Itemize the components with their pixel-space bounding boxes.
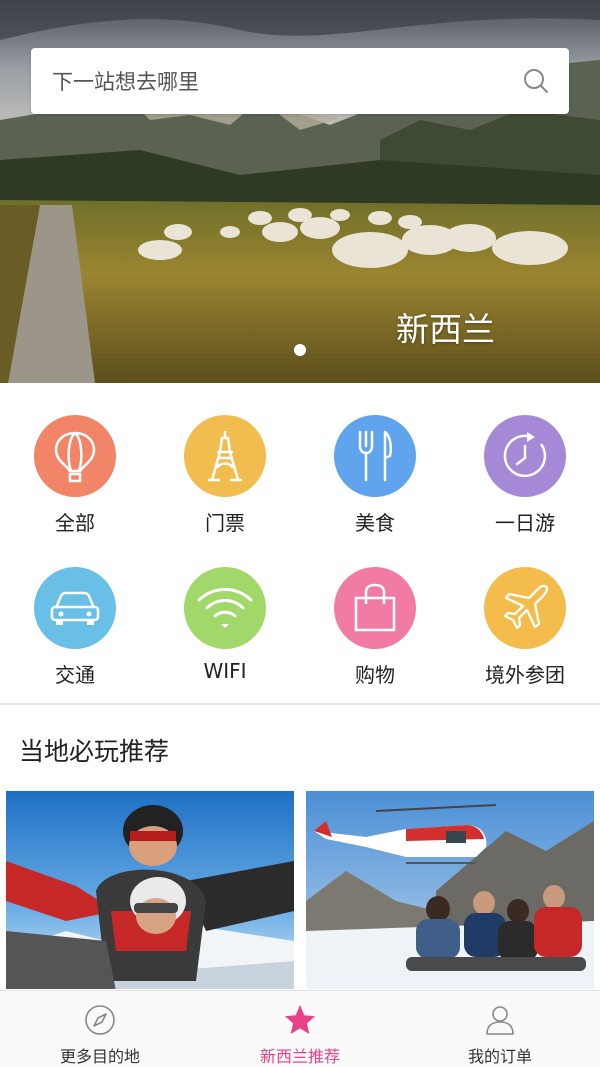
recommend-card-helicopter[interactable] (306, 791, 594, 989)
skydiving-photo (6, 791, 294, 989)
airplane-icon (484, 567, 566, 649)
category-label: 全部 (55, 511, 95, 535)
category-label: 一日游 (495, 511, 555, 535)
category-label: 交通 (55, 663, 95, 687)
category-overseas-group[interactable]: 境外参团 (450, 567, 600, 688)
recommend-card-skydiving[interactable] (6, 791, 294, 989)
banner-page-indicator[interactable] (294, 344, 306, 356)
tab-label: 新西兰推荐 (259, 1047, 340, 1066)
category-day-tour[interactable]: 一日游 (450, 415, 600, 536)
category-transport[interactable]: 交通 (0, 567, 150, 688)
star-icon (285, 1005, 315, 1034)
section-divider (0, 703, 600, 705)
category-label: 境外参团 (485, 663, 565, 687)
recommend-section-title: 当地必玩推荐 (19, 737, 170, 766)
hot-air-balloon-icon (34, 415, 116, 497)
hero-banner[interactable]: 下一站想去哪里 新西兰 (0, 0, 600, 383)
category-wifi[interactable]: WIFI (150, 567, 300, 683)
banner-caption: 新西兰 (396, 310, 495, 349)
category-label: WIFI (203, 659, 247, 683)
shopping-bag-icon (334, 567, 416, 649)
category-label: 门票 (205, 511, 245, 535)
tab-label: 我的订单 (467, 1047, 532, 1066)
category-shopping[interactable]: 购物 (300, 567, 450, 688)
bottom-tab-bar: 更多目的地 新西兰推荐 我的订单 (0, 990, 600, 1067)
tab-my-orders[interactable]: 我的订单 (400, 991, 600, 1067)
category-grid: 全部 门票 美食 一日游 交通 WIFI 购物 境外参团 (0, 383, 600, 703)
search-icon[interactable] (523, 68, 549, 94)
clock-refresh-icon (484, 415, 566, 497)
tab-more-destinations[interactable]: 更多目的地 (0, 991, 200, 1067)
search-input[interactable]: 下一站想去哪里 (52, 66, 523, 96)
category-label: 美食 (355, 511, 395, 535)
eiffel-tower-icon (184, 415, 266, 497)
wifi-icon (184, 567, 266, 649)
user-icon (486, 1006, 514, 1035)
compass-icon (85, 1005, 115, 1035)
tab-nz-recommend[interactable]: 新西兰推荐 (200, 991, 400, 1067)
category-food[interactable]: 美食 (300, 415, 450, 536)
category-tickets[interactable]: 门票 (150, 415, 300, 536)
category-all[interactable]: 全部 (0, 415, 150, 536)
tab-label: 更多目的地 (59, 1047, 140, 1066)
fork-knife-icon (334, 415, 416, 497)
search-bar[interactable]: 下一站想去哪里 (31, 48, 569, 114)
category-label: 购物 (355, 663, 395, 687)
car-icon (34, 567, 116, 649)
helicopter-glacier-photo (306, 791, 594, 989)
